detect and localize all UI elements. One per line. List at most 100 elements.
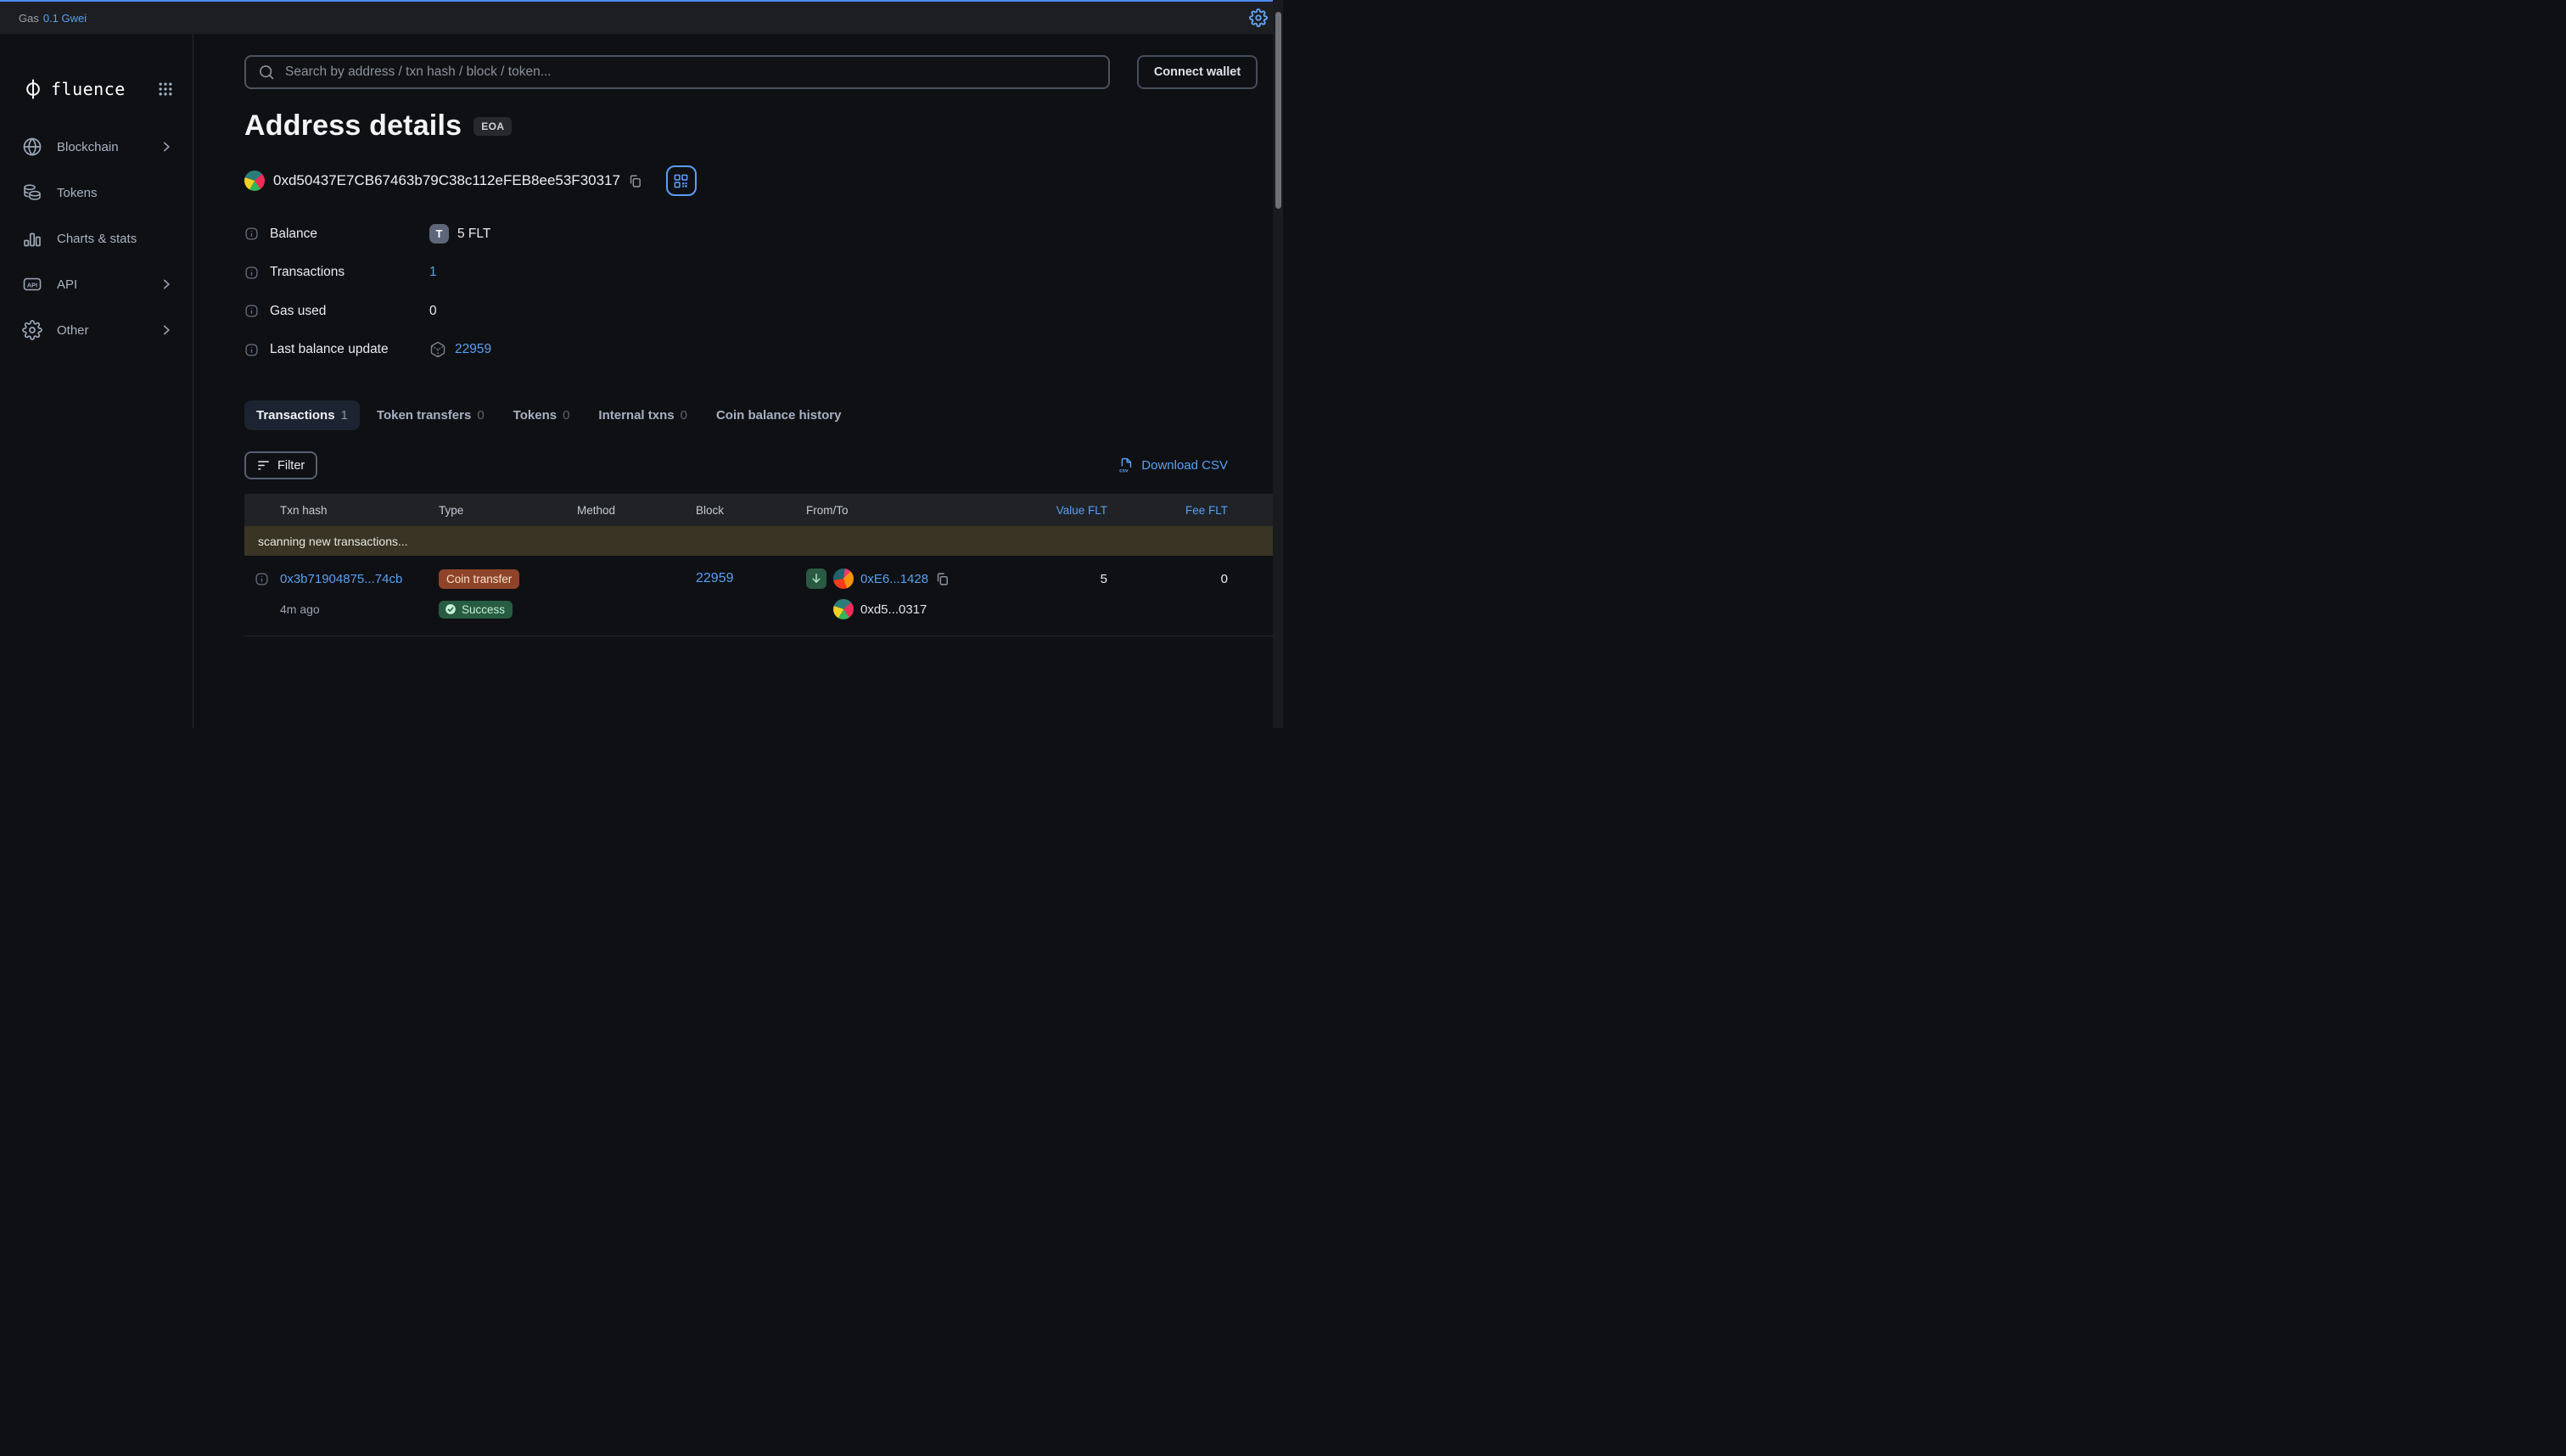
col-from-to: From/To	[806, 504, 1010, 517]
token-symbol-chip: T	[429, 224, 449, 244]
txn-status-badge: Success	[439, 601, 513, 619]
copy-icon[interactable]	[628, 174, 642, 188]
balance-value: 5 FLT	[457, 227, 490, 242]
search-bar[interactable]	[244, 55, 1110, 89]
sidebar-item-other[interactable]: Other	[0, 307, 193, 353]
tab-internal-txns[interactable]: Internal txns 0	[586, 400, 699, 430]
txn-value: 5	[1010, 572, 1107, 586]
from-address-link[interactable]: 0xE6...1428	[860, 572, 928, 586]
coins-icon	[22, 182, 42, 203]
col-txn-hash: Txn hash	[280, 504, 439, 517]
transactions-table: Txn hash Type Method Block From/To Value…	[244, 494, 1275, 636]
download-csv-label: Download CSV	[1141, 458, 1228, 473]
scrollbar-track[interactable]	[1273, 0, 1283, 728]
api-icon: API	[22, 274, 42, 294]
sidebar-item-api[interactable]: API API	[0, 261, 193, 307]
csv-file-icon: csv	[1118, 456, 1135, 474]
info-icon[interactable]	[244, 343, 259, 357]
scrollbar-thumb[interactable]	[1275, 12, 1281, 209]
chevron-right-icon	[160, 324, 172, 336]
apps-grid-icon[interactable]	[157, 81, 174, 98]
check-circle-icon	[445, 603, 457, 615]
info-label: Last balance update	[270, 342, 429, 357]
brand-name[interactable]: fluence	[51, 79, 126, 99]
gas-label: Gas	[19, 12, 39, 25]
col-type: Type	[439, 504, 577, 517]
address-info-list: Balance T 5 FLT Transactions 1 G	[244, 215, 1275, 369]
to-address: 0xd5...0317	[860, 602, 927, 617]
sidebar-item-tokens[interactable]: Tokens	[0, 170, 193, 216]
txn-hash-link[interactable]: 0x3b71904875...74cb	[280, 572, 402, 586]
address-hash: 0xd50437E7CB67463b79C38c112eFEB8ee53F303…	[273, 172, 620, 189]
transactions-count-link[interactable]: 1	[429, 265, 437, 280]
chevron-right-icon	[160, 278, 172, 290]
txn-info-icon[interactable]	[255, 572, 269, 586]
tab-label: Transactions	[256, 408, 335, 423]
gear-icon	[22, 320, 42, 340]
tab-label: Coin balance history	[716, 408, 842, 423]
tab-count: 1	[341, 408, 348, 423]
gas-value: 0.1 Gwei	[43, 12, 87, 25]
tab-count: 0	[563, 408, 569, 423]
address-type-badge: EOA	[473, 117, 512, 136]
connect-wallet-button[interactable]: Connect wallet	[1137, 55, 1258, 89]
sidebar: fluence Blockchain Tokens	[0, 34, 193, 728]
col-fee-flt[interactable]: Fee FLT	[1107, 504, 1275, 517]
gas-tracker[interactable]: Gas 0.1 Gwei	[19, 12, 87, 25]
search-input[interactable]	[285, 64, 1096, 80]
table-row: 0x3b71904875...74cb 4m ago Coin transfer…	[244, 556, 1275, 636]
filter-button[interactable]: Filter	[244, 451, 317, 479]
info-label: Balance	[270, 227, 429, 242]
txn-fee: 0	[1107, 572, 1228, 586]
tab-label: Tokens	[513, 408, 557, 423]
info-icon[interactable]	[244, 304, 259, 318]
tab-label: Internal txns	[598, 408, 674, 423]
last-balance-update-block-link[interactable]: 22959	[455, 342, 491, 357]
download-csv-link[interactable]: csv Download CSV	[1118, 456, 1275, 474]
sidebar-item-label: API	[57, 277, 77, 292]
from-avatar	[833, 568, 854, 589]
gas-used-value: 0	[429, 304, 437, 319]
direction-in-icon	[806, 568, 826, 589]
tab-transactions[interactable]: Transactions 1	[244, 400, 360, 430]
block-cube-icon	[429, 341, 446, 358]
search-icon	[258, 64, 275, 81]
info-icon[interactable]	[244, 227, 259, 241]
col-value-flt[interactable]: Value FLT	[1010, 504, 1107, 517]
page-title: Address details	[244, 109, 462, 143]
sidebar-nav: Blockchain Tokens Charts & stats	[0, 124, 193, 353]
tab-token-transfers[interactable]: Token transfers 0	[365, 400, 496, 430]
sidebar-item-label: Charts & stats	[57, 232, 137, 246]
filter-icon	[257, 459, 270, 472]
tab-label: Token transfers	[377, 408, 471, 423]
sidebar-item-charts-stats[interactable]: Charts & stats	[0, 216, 193, 261]
col-method: Method	[577, 504, 696, 517]
tab-bar: Transactions 1 Token transfers 0 Tokens …	[244, 400, 1275, 430]
txn-type-badge: Coin transfer	[439, 569, 519, 589]
address-avatar	[244, 171, 265, 191]
topbar: Gas 0.1 Gwei	[0, 0, 1283, 34]
sidebar-item-blockchain[interactable]: Blockchain	[0, 124, 193, 170]
qr-code-button[interactable]	[666, 165, 697, 196]
tab-count: 0	[681, 408, 687, 423]
info-icon[interactable]	[244, 266, 259, 280]
globe-icon	[22, 137, 42, 157]
main-content: Connect wallet Address details EOA 0xd50…	[193, 34, 1283, 728]
status-label: Success	[462, 603, 505, 616]
sidebar-item-label: Tokens	[57, 186, 98, 200]
to-avatar	[833, 599, 854, 619]
info-row-balance: Balance T 5 FLT	[244, 215, 1275, 254]
info-row-last-balance-update: Last balance update 22959	[244, 331, 1275, 370]
block-link[interactable]: 22959	[696, 571, 734, 586]
copy-icon[interactable]	[935, 572, 950, 586]
tab-tokens[interactable]: Tokens 0	[501, 400, 582, 430]
settings-gear-icon[interactable]	[1249, 8, 1268, 27]
table-header: Txn hash Type Method Block From/To Value…	[244, 494, 1275, 526]
col-block: Block	[696, 504, 806, 517]
filter-label: Filter	[277, 459, 305, 473]
tab-coin-balance-history[interactable]: Coin balance history	[704, 400, 854, 430]
info-label: Transactions	[270, 265, 429, 280]
bar-chart-icon	[22, 228, 42, 249]
scanning-notice: scanning new transactions...	[244, 526, 1275, 556]
info-row-gas-used: Gas used 0	[244, 292, 1275, 331]
